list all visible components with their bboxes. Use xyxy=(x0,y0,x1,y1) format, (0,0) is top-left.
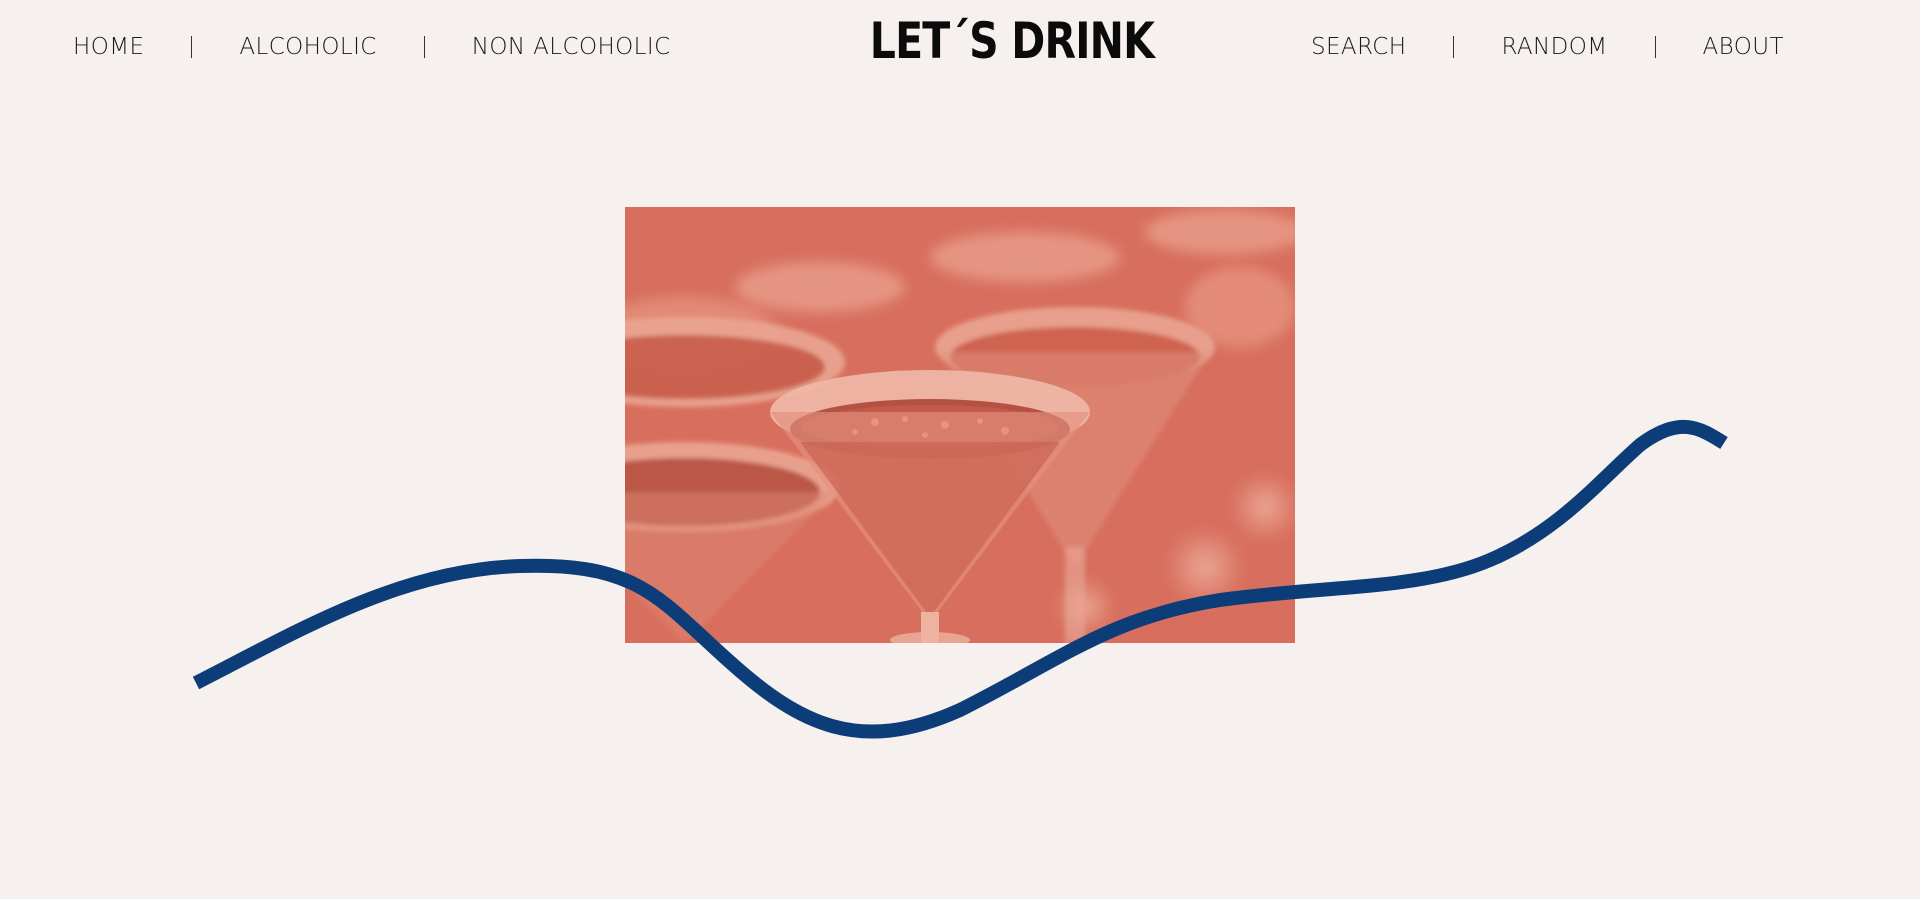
nav-right-group: SEARCH RANDOM ABOUT xyxy=(1311,34,1784,60)
nav-link-alcoholic[interactable]: ALCOHOLIC xyxy=(239,34,376,60)
nav-link-home[interactable]: HOME xyxy=(73,34,144,60)
nav-link-search[interactable]: SEARCH xyxy=(1311,34,1406,60)
nav-divider xyxy=(191,36,193,58)
nav-link-random[interactable]: RANDOM xyxy=(1501,34,1607,60)
nav-divider xyxy=(1453,36,1455,58)
site-logo[interactable]: LET´S DRINK xyxy=(870,12,1155,70)
nav-divider xyxy=(1654,36,1656,58)
top-navigation: HOME ALCOHOLIC NON ALCOHOLIC LET´S DRINK… xyxy=(0,0,1920,100)
nav-divider xyxy=(423,36,425,58)
hero-cocktail-image xyxy=(625,207,1295,643)
cocktail-glasses-image xyxy=(625,207,1295,643)
nav-link-non-alcoholic[interactable]: NON ALCOHOLIC xyxy=(472,34,671,60)
nav-left-group: HOME ALCOHOLIC NON ALCOHOLIC xyxy=(73,34,671,60)
nav-link-about[interactable]: ABOUT xyxy=(1703,34,1784,60)
